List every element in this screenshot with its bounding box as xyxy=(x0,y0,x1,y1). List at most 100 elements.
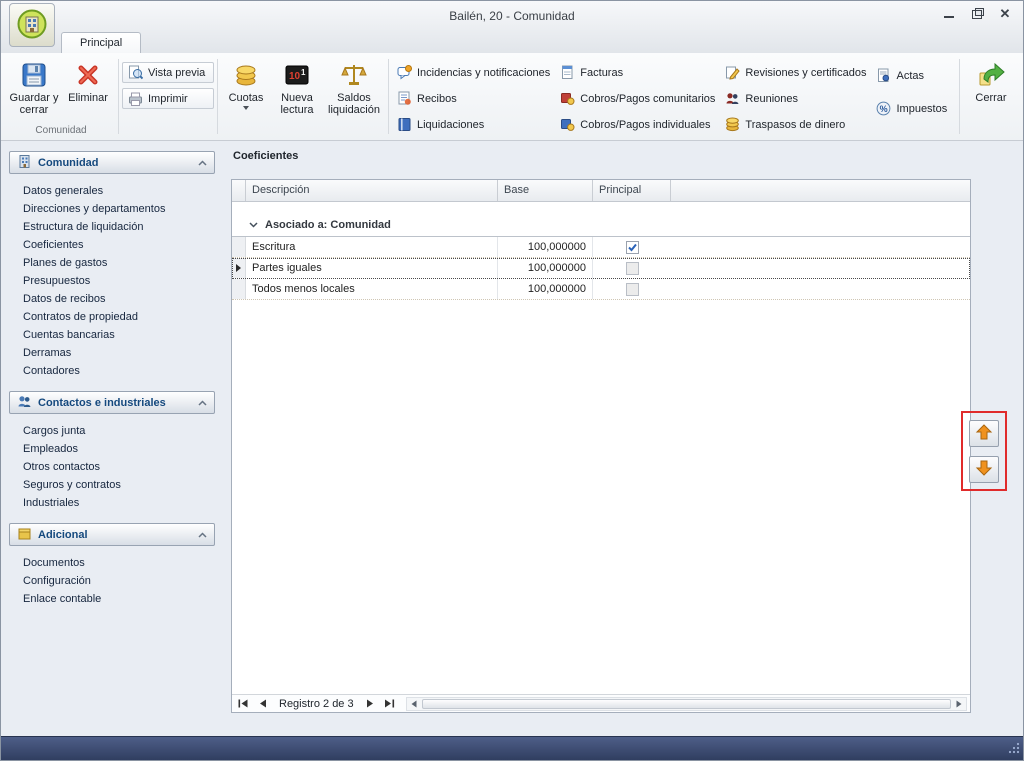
minimize-icon[interactable] xyxy=(943,8,955,20)
notifications-icon xyxy=(397,65,412,80)
cobros-individuales-button[interactable]: Cobros/Pagos individuales xyxy=(555,114,720,135)
column-header-descripcion[interactable]: Descripción xyxy=(246,180,498,201)
arrow-up-icon xyxy=(975,423,993,444)
sidebar-item-datos-recibos[interactable]: Datos de recibos xyxy=(9,290,215,308)
move-up-button[interactable] xyxy=(969,420,999,447)
ribbon-separator xyxy=(388,59,389,134)
svg-text:1: 1 xyxy=(301,68,306,77)
sidebar-item-contadores[interactable]: Contadores xyxy=(9,362,215,380)
scroll-right-icon[interactable] xyxy=(952,698,966,710)
dropdown-caret-icon xyxy=(243,106,249,110)
column-header-base[interactable]: Base xyxy=(498,180,593,201)
next-record-button[interactable] xyxy=(362,696,379,711)
app-window: Bailén, 20 - Comunidad ✕ Principal xyxy=(0,0,1024,761)
principal-checkbox-checked[interactable] xyxy=(626,241,639,254)
svg-text:%: % xyxy=(880,104,888,114)
actas-button[interactable]: Actas xyxy=(871,65,952,86)
table-row-selected[interactable]: Partes iguales 100,000000 xyxy=(232,258,970,279)
liquidaciones-button[interactable]: Liquidaciones xyxy=(392,114,555,135)
delete-x-icon xyxy=(76,61,100,89)
ribbon: Guardar y cerrar Eliminar Comunidad xyxy=(1,53,1023,141)
close-view-button[interactable]: Cerrar xyxy=(963,55,1019,123)
sidebar-item-enlace-contable[interactable]: Enlace contable xyxy=(9,590,215,608)
sidebar-item-coeficientes[interactable]: Coeficientes xyxy=(9,236,215,254)
saldos-liquidacion-button[interactable]: Saldos liquidación xyxy=(323,55,385,123)
close-icon[interactable]: ✕ xyxy=(999,8,1011,20)
print-button[interactable]: Imprimir xyxy=(122,88,214,109)
scroll-left-icon[interactable] xyxy=(407,698,421,710)
chevron-down-icon xyxy=(249,219,258,231)
sidebar-item-contratos[interactable]: Contratos de propiedad xyxy=(9,308,215,326)
impuestos-button[interactable]: % Impuestos xyxy=(871,98,952,119)
cuotas-button[interactable]: Cuotas xyxy=(221,55,271,123)
row-indicator xyxy=(232,237,246,257)
sidebar-group-comunidad[interactable]: Comunidad xyxy=(9,151,215,174)
cobros-comunitarios-button[interactable]: Cobros/Pagos comunitarios xyxy=(555,88,720,109)
cell-principal xyxy=(593,237,671,257)
sidebar-item-presupuestos[interactable]: Presupuestos xyxy=(9,272,215,290)
restore-icon[interactable] xyxy=(971,8,983,20)
resize-grip[interactable] xyxy=(1008,742,1020,757)
sidebar-items-adicional: Documentos Configuración Enlace contable xyxy=(9,554,215,608)
sidebar-item-cargos-junta[interactable]: Cargos junta xyxy=(9,422,215,440)
main-panel: Coeficientes Descripción Base Principal … xyxy=(223,143,1015,736)
reuniones-button[interactable]: Reuniones xyxy=(720,88,871,109)
coins-icon xyxy=(233,61,259,89)
row-indicator xyxy=(232,279,246,299)
arrow-down-icon xyxy=(975,459,993,480)
cell-descripcion: Escritura xyxy=(246,237,498,257)
save-and-close-button[interactable]: Guardar y cerrar xyxy=(7,55,61,123)
cell-base: 100,000000 xyxy=(498,279,593,299)
sidebar-item-direcciones[interactable]: Direcciones y departamentos xyxy=(9,200,215,218)
last-record-button[interactable] xyxy=(381,696,398,711)
principal-checkbox-unchecked[interactable] xyxy=(626,283,639,296)
sidebar-item-estructura[interactable]: Estructura de liquidación xyxy=(9,218,215,236)
certificate-pencil-icon xyxy=(725,65,740,80)
revisiones-button[interactable]: Revisiones y certificados xyxy=(720,62,871,83)
facturas-button[interactable]: Facturas xyxy=(555,62,720,83)
window-title: Bailén, 20 - Comunidad xyxy=(1,9,1023,23)
svg-text:10: 10 xyxy=(289,71,301,82)
grid-header-indicator xyxy=(232,180,246,201)
sidebar-item-industriales[interactable]: Industriales xyxy=(9,494,215,512)
box-icon xyxy=(17,526,32,544)
cell-principal xyxy=(593,279,671,299)
ribbon-group-gestion-3: Revisiones y certificados Reuniones xyxy=(720,55,871,140)
sidebar-item-otros-contactos[interactable]: Otros contactos xyxy=(9,458,215,476)
tab-principal[interactable]: Principal xyxy=(61,32,141,53)
ribbon-group-comunidad: Guardar y cerrar Eliminar Comunidad xyxy=(7,55,115,140)
traspasos-button[interactable]: Traspasos de dinero xyxy=(720,114,871,135)
contacts-people-icon xyxy=(17,394,32,412)
grid-group-row[interactable]: Asociado a: Comunidad xyxy=(232,213,970,237)
sidebar-group-adicional[interactable]: Adicional xyxy=(9,523,215,546)
minutes-document-icon xyxy=(876,68,891,83)
column-header-principal[interactable]: Principal xyxy=(593,180,671,201)
horizontal-scrollbar[interactable] xyxy=(406,697,967,711)
principal-checkbox-unchecked[interactable] xyxy=(626,262,639,275)
sidebar-item-configuracion[interactable]: Configuración xyxy=(9,572,215,590)
sidebar-item-derramas[interactable]: Derramas xyxy=(9,344,215,362)
window-controls: ✕ xyxy=(943,8,1011,20)
money-transfer-icon xyxy=(725,117,740,132)
sidebar-item-seguros[interactable]: Seguros y contratos xyxy=(9,476,215,494)
recibos-button[interactable]: Recibos xyxy=(392,88,555,109)
community-building-icon xyxy=(17,154,32,172)
table-row[interactable]: Escritura 100,000000 xyxy=(232,237,970,258)
delete-button[interactable]: Eliminar xyxy=(61,55,115,123)
sidebar-item-empleados[interactable]: Empleados xyxy=(9,440,215,458)
incidencias-button[interactable]: Incidencias y notificaciones xyxy=(392,62,555,83)
nueva-lectura-button[interactable]: 10 1 Nueva lectura xyxy=(271,55,323,123)
sidebar-item-documentos[interactable]: Documentos xyxy=(9,554,215,572)
tax-percent-icon: % xyxy=(876,101,891,116)
table-row[interactable]: Todos menos locales 100,000000 xyxy=(232,279,970,300)
sidebar-item-datos-generales[interactable]: Datos generales xyxy=(9,182,215,200)
move-down-button[interactable] xyxy=(969,456,999,483)
sidebar-group-contactos[interactable]: Contactos e industriales xyxy=(9,391,215,414)
preview-button[interactable]: Vista previa xyxy=(122,62,214,83)
first-record-button[interactable] xyxy=(235,696,252,711)
ribbon-group-gestion-1: Incidencias y notificaciones Recibos xyxy=(392,55,555,140)
sidebar-item-cuentas[interactable]: Cuentas bancarias xyxy=(9,326,215,344)
sidebar-item-planes-gastos[interactable]: Planes de gastos xyxy=(9,254,215,272)
scrollbar-thumb[interactable] xyxy=(422,699,951,709)
previous-record-button[interactable] xyxy=(254,696,271,711)
